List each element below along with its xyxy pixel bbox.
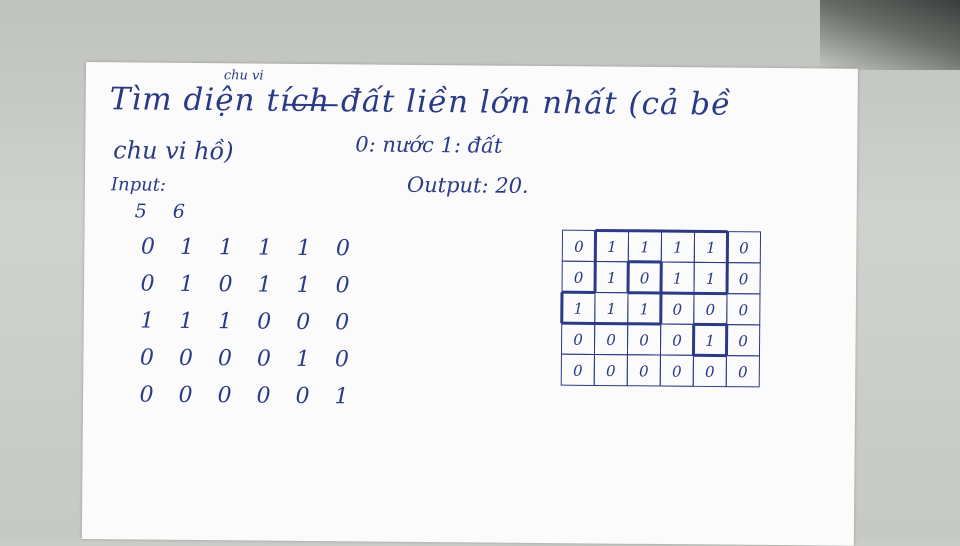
matrix-cell: 0: [128, 271, 167, 296]
matrix-cell: 0: [284, 310, 323, 335]
grid-cell-value: 0: [705, 363, 715, 381]
grid-cell-value: 0: [640, 269, 650, 287]
matrix-cell: 0: [323, 310, 362, 335]
matrix-cell: 0: [205, 346, 244, 371]
grid-cell-value: 0: [574, 238, 584, 256]
legend-text: 0: nước 1: đất: [355, 134, 502, 156]
grid-cell-value: 1: [706, 239, 716, 257]
grid-cell-value: 1: [706, 270, 716, 288]
grid-cell-value: 0: [639, 362, 649, 380]
island-grid-diagram: 0 1 1 1 1 0 0 1 0 1 1 0 1 1 1 0 0 0 0 0 0 0 1 0 0 0 0 0 0 0: [557, 226, 768, 388]
title-correction: chu vi: [224, 69, 264, 82]
grid-cell-value: 1: [673, 270, 683, 288]
matrix-cell: 1: [245, 272, 284, 297]
matrix-cell: 0: [245, 309, 284, 334]
matrix-cell: 1: [206, 309, 245, 334]
grid-cell-value: 0: [706, 301, 716, 319]
matrix-cell: 0: [283, 384, 322, 409]
matrix-cell: 0: [127, 345, 166, 370]
paper-sheet: chu vi Tìm diện tích đất liền lớn nhất (…: [82, 62, 858, 546]
grid-cell-value: 0: [738, 332, 748, 350]
matrix-cell: 0: [323, 236, 362, 261]
grid-cell-value: 0: [573, 331, 583, 349]
grid-cell-value: 1: [574, 300, 584, 318]
matrix-cell: 0: [127, 382, 166, 407]
matrix-cell: 1: [167, 309, 206, 334]
grid-cell-value: 0: [606, 331, 616, 349]
grid-cell-value: 1: [640, 300, 650, 318]
grid-cell-value: 0: [739, 301, 749, 319]
matrix-cell: 0: [128, 234, 167, 259]
matrix-cell: 0: [205, 383, 244, 408]
matrix-cell: 1: [284, 236, 323, 261]
grid-cell-value: 0: [739, 270, 749, 288]
matrix-cell: 0: [244, 346, 283, 371]
matrix-cell: 1: [284, 273, 323, 298]
grid-cell-value: 1: [607, 269, 617, 287]
matrix-cell: 1: [128, 308, 167, 333]
matrix-cell: 0: [166, 346, 205, 371]
matrix-row: 111000: [128, 302, 362, 341]
grid-cell-value: 0: [639, 331, 649, 349]
matrix-row: 000010: [127, 339, 361, 378]
problem-title: Tìm diện tích đất liền lớn nhất (cả bề: [110, 84, 732, 120]
matrix-cell: 0: [166, 383, 205, 408]
matrix-row: 000001: [127, 376, 361, 415]
matrix-cell: 1: [283, 347, 322, 372]
matrix-cell: 1: [167, 272, 206, 297]
grid-svg: 0 1 1 1 1 0 0 1 0 1 1 0 1 1 1 0 0 0 0 0 0 0 1 0 0 0 0 0 0 0: [557, 226, 768, 388]
grid-cell-value: 0: [738, 363, 748, 381]
grid-cell-value: 1: [640, 238, 650, 256]
matrix-cell: 1: [322, 384, 361, 409]
problem-title-continued: chu vi hồ): [113, 138, 234, 163]
grid-cell-value: 1: [673, 239, 683, 257]
matrix-cell: 0: [323, 273, 362, 298]
input-matrix: 011110010110111000000010000001: [127, 228, 363, 415]
matrix-row: 010110: [128, 265, 362, 304]
matrix-row: 011110: [128, 228, 362, 267]
grid-cell-value: 1: [607, 300, 617, 318]
grid-cell-value: 1: [705, 332, 715, 350]
matrix-cell: 1: [206, 235, 245, 260]
matrix-cell: 0: [322, 347, 361, 372]
grid-cell-value: 0: [573, 362, 583, 380]
grid-cell-value: 1: [607, 238, 617, 256]
grid-cell-value: 0: [673, 301, 683, 319]
grid-cell-value: 0: [672, 332, 682, 350]
grid-cell-value: 0: [672, 363, 682, 381]
grid-cell-value: 0: [574, 269, 584, 287]
matrix-cell: 0: [206, 272, 245, 297]
input-label: Input:: [111, 176, 166, 194]
matrix-cell: 1: [167, 235, 206, 260]
grid-cell-value: 0: [606, 362, 616, 380]
matrix-dimensions: 5 6: [135, 202, 185, 221]
output-label: Output: 20.: [407, 175, 529, 197]
matrix-cell: 0: [244, 383, 283, 408]
grid-cell-value: 0: [739, 239, 749, 257]
desk-shadow: [820, 0, 960, 70]
matrix-cell: 1: [245, 235, 284, 260]
